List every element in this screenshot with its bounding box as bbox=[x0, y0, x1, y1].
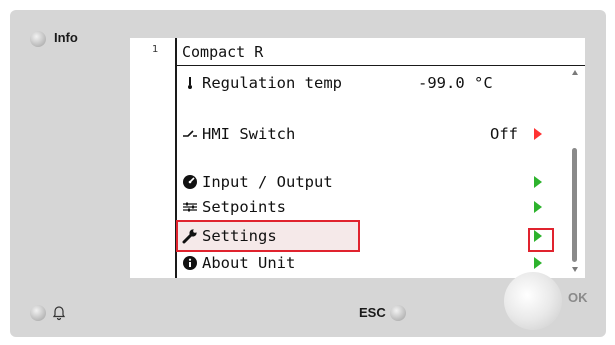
alarm-led[interactable] bbox=[30, 305, 46, 321]
navigate-arrow-icon[interactable] bbox=[534, 128, 542, 140]
row-setpoints[interactable]: Setpoints bbox=[178, 196, 570, 220]
row-label: Settings bbox=[202, 227, 277, 245]
ok-label: OK bbox=[568, 290, 588, 305]
row-label: About Unit bbox=[202, 254, 296, 272]
navigate-arrow-icon[interactable] bbox=[534, 257, 542, 269]
row-input-output[interactable]: Input / Output bbox=[178, 171, 570, 195]
row-about-unit[interactable]: About Unit bbox=[178, 252, 570, 276]
scroll-up-icon[interactable] bbox=[572, 70, 578, 75]
setpoints-icon bbox=[183, 202, 197, 212]
info-icon bbox=[183, 256, 197, 270]
switch-icon bbox=[183, 130, 197, 137]
bell-icon[interactable] bbox=[51, 303, 67, 321]
row-settings[interactable]: Settings bbox=[178, 225, 570, 249]
wrench-icon bbox=[182, 229, 197, 244]
row-label: Regulation temp bbox=[202, 74, 342, 92]
esc-label: ESC bbox=[359, 305, 386, 320]
scroll-down-icon[interactable] bbox=[572, 267, 578, 272]
row-regulation-temp: Regulation temp -99.0 °C bbox=[178, 72, 570, 96]
row-value: Off bbox=[490, 125, 518, 143]
scrollbar-thumb[interactable] bbox=[572, 148, 577, 262]
display-screen: 1 Compact R Regulation temp -99.0 °C HMI… bbox=[130, 38, 585, 278]
title-divider bbox=[175, 65, 585, 66]
row-hmi-switch[interactable]: HMI Switch Off bbox=[178, 123, 570, 147]
ok-button[interactable] bbox=[504, 272, 562, 330]
navigate-arrow-icon[interactable] bbox=[534, 176, 542, 188]
row-label: Setpoints bbox=[202, 198, 286, 216]
esc-button[interactable] bbox=[390, 305, 406, 321]
info-label: Info bbox=[54, 30, 78, 45]
hmi-device: Info 1 Compact R Regulation temp -99.0 °… bbox=[10, 10, 606, 337]
info-led[interactable] bbox=[30, 31, 46, 47]
navigate-arrow-icon[interactable] bbox=[534, 201, 542, 213]
gauge-icon bbox=[183, 175, 197, 189]
page-number: 1 bbox=[152, 44, 159, 55]
thermometer-icon bbox=[188, 77, 192, 89]
settings-arrow-highlight bbox=[528, 228, 554, 252]
screen-title: Compact R bbox=[182, 43, 264, 61]
row-value: -99.0 °C bbox=[418, 74, 493, 92]
row-label: HMI Switch bbox=[202, 125, 296, 143]
row-label: Input / Output bbox=[202, 173, 333, 191]
